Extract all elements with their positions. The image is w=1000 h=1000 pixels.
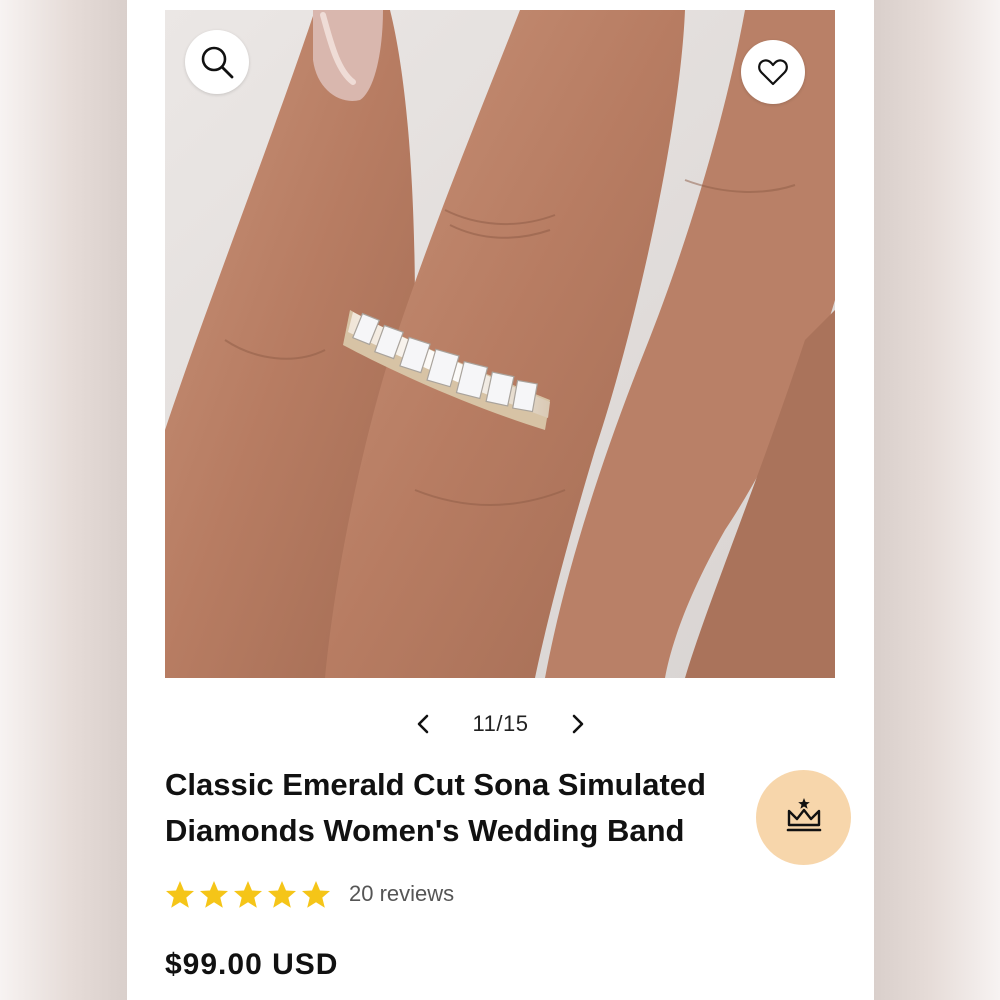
previous-image-button[interactable] [403, 706, 443, 742]
chevron-left-icon [417, 714, 428, 734]
product-image[interactable] [165, 10, 835, 678]
chevron-right-icon [573, 714, 584, 734]
product-page: 11/15 Classic Emerald Cut Sona Simulated… [127, 0, 874, 1000]
page-backdrop-right [874, 0, 1000, 1000]
product-rating[interactable]: 20 reviews [165, 876, 454, 912]
crown-icon [784, 795, 824, 840]
star-icon [166, 880, 194, 908]
heart-icon [758, 58, 788, 86]
product-price: $99.00 USD [165, 948, 339, 981]
product-title: Classic Emerald Cut Sona Simulated Diamo… [165, 767, 706, 848]
image-pager: 11/15 [127, 706, 874, 742]
loyalty-badge-button[interactable] [756, 770, 851, 865]
star-icon [268, 880, 296, 908]
page-backdrop-left [0, 0, 127, 1000]
image-counter: 11/15 [472, 711, 529, 736]
next-image-button[interactable] [558, 706, 598, 742]
rating-stars [165, 880, 331, 909]
reviews-link[interactable]: 20 reviews [349, 881, 454, 907]
search-button[interactable] [185, 30, 249, 94]
wishlist-button[interactable] [741, 40, 805, 104]
hand-with-ring-image [165, 10, 835, 678]
search-icon [199, 44, 235, 80]
star-icon [200, 880, 228, 908]
star-icon [302, 880, 330, 908]
star-icon [234, 880, 262, 908]
